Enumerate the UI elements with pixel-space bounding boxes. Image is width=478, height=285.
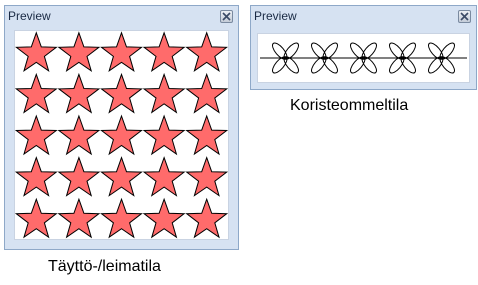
close-icon	[460, 12, 469, 21]
star-icon	[185, 72, 229, 114]
star-icon	[185, 197, 229, 239]
star-icon	[57, 72, 101, 114]
star-icon	[57, 197, 101, 239]
star-icon	[14, 197, 58, 239]
preview-canvas	[14, 30, 229, 240]
star-icon	[14, 31, 58, 73]
star-icon	[100, 31, 143, 73]
preview-canvas	[257, 33, 470, 83]
star-icon	[185, 156, 229, 197]
star-icon	[142, 72, 186, 114]
star-icon	[57, 114, 101, 156]
star-grid	[14, 31, 229, 239]
star-icon	[185, 114, 229, 156]
close-icon	[222, 12, 231, 21]
star-icon	[100, 72, 143, 114]
close-button[interactable]	[220, 10, 233, 23]
star-icon	[100, 197, 143, 239]
star-icon	[100, 114, 143, 156]
preview-panel-decorative: Preview	[250, 5, 477, 90]
star-icon	[142, 31, 186, 73]
panel-title: Preview	[254, 9, 297, 23]
motif-row	[260, 42, 467, 74]
star-icon	[57, 31, 101, 73]
star-icon	[142, 197, 186, 239]
star-icon	[14, 114, 58, 156]
star-icon	[57, 156, 101, 197]
caption-fill-mode: Täyttö-/leimatila	[48, 258, 161, 275]
star-icon	[14, 156, 58, 197]
caption-decorative-mode: Koristeommeltila	[290, 97, 409, 114]
star-icon	[142, 156, 186, 197]
star-icon	[185, 31, 229, 73]
star-icon	[142, 114, 186, 156]
preview-panel-fill: Preview	[4, 5, 239, 250]
star-icon	[14, 72, 58, 114]
close-button[interactable]	[458, 10, 471, 23]
star-icon	[100, 156, 143, 197]
panel-title: Preview	[8, 9, 51, 23]
